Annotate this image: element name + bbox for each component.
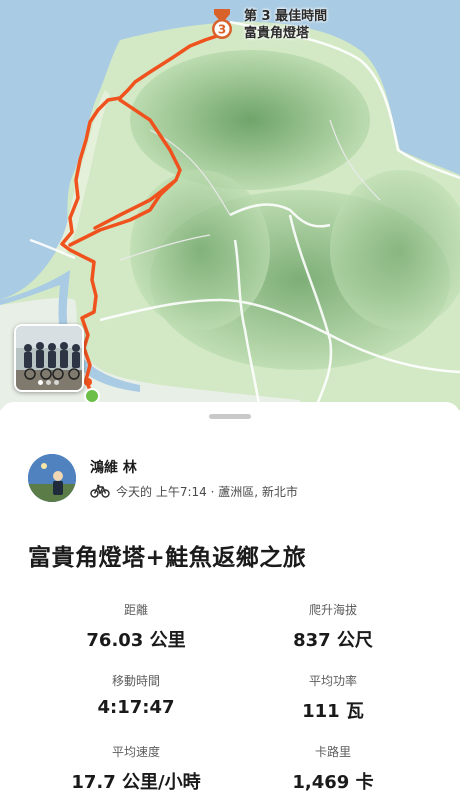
start-marker — [84, 388, 100, 404]
end-marker — [84, 378, 92, 386]
stat-label: 平均速度 — [111, 745, 160, 759]
stat-label: 距離 — [123, 603, 148, 617]
mountain-area — [130, 50, 370, 190]
stat-value: 17.7 公里/小時 — [71, 772, 201, 793]
medal-icon: 3 — [212, 9, 232, 39]
route-map[interactable]: 3 第 3 最佳時間 富貴角燈塔 — [0, 0, 460, 410]
stat-moving-time: 移動時間 4:17:47 — [36, 672, 236, 718]
activity-photo-thumbnail[interactable] — [14, 324, 84, 392]
athlete-header[interactable]: 鴻維 林 今天的 上午7:14 · 蘆洲區, 新北市 — [28, 454, 298, 502]
stat-label: 卡路里 — [314, 745, 351, 759]
stat-value: 111 瓦 — [302, 701, 364, 722]
stat-calories: 卡路里 1,469 卡 — [233, 743, 433, 794]
activity-summary-sheet: 鴻維 林 今天的 上午7:14 · 蘆洲區, 新北市 富貴角燈塔+鮭魚返鄉之旅 … — [0, 402, 460, 803]
stat-label: 平均功率 — [308, 674, 357, 688]
bike-icon — [90, 484, 110, 498]
activity-title: 富貴角燈塔+鮭魚返鄉之旅 — [28, 545, 307, 571]
avatar-image — [28, 454, 76, 502]
award-segment-name: 富貴角燈塔 — [244, 26, 310, 41]
stat-distance: 距離 76.03 公里 — [36, 601, 236, 652]
photo-pager-dots — [38, 380, 59, 385]
activity-meta: 今天的 上午7:14 · 蘆洲區, 新北市 — [116, 484, 298, 499]
stat-value: 837 公尺 — [293, 630, 373, 651]
award-rank-text: 第 3 最佳時間 — [244, 9, 328, 24]
stat-value: 76.03 公里 — [86, 630, 186, 651]
stat-label: 爬升海拔 — [308, 603, 357, 617]
stat-value: 1,469 卡 — [292, 772, 374, 793]
stat-label: 移動時間 — [111, 674, 160, 688]
stat-average-power: 平均功率 111 瓦 — [233, 672, 433, 723]
athlete-name[interactable]: 鴻維 林 — [90, 457, 298, 477]
medal-rank: 3 — [218, 23, 226, 37]
segment-award[interactable]: 3 第 3 最佳時間 富貴角燈塔 — [208, 8, 327, 42]
stat-average-speed: 平均速度 17.7 公里/小時 — [36, 743, 236, 794]
stat-elevation-gain: 爬升海拔 837 公尺 — [233, 601, 433, 652]
sheet-drag-handle[interactable] — [209, 414, 251, 419]
stat-value: 4:17:47 — [97, 697, 175, 718]
avatar[interactable] — [28, 454, 76, 502]
